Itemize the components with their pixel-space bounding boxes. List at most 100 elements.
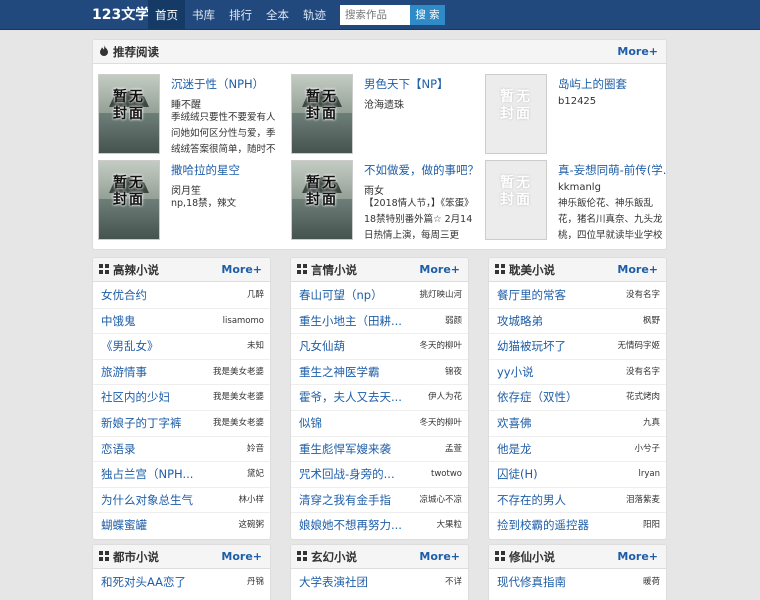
section-title: 修仙小说 — [509, 550, 555, 564]
list-author: 枫野 — [642, 315, 660, 326]
list-book-link[interactable]: 社区内的少妇 — [101, 385, 170, 410]
list-book-link[interactable]: 欢喜佛 — [497, 411, 532, 436]
section-more-link[interactable]: More+ — [419, 545, 460, 569]
list-book-link[interactable]: yy小说 — [497, 360, 534, 385]
book-title-link[interactable]: 撒哈拉的星空 — [171, 162, 240, 178]
nav-link-library[interactable]: 书库 — [185, 0, 222, 30]
list-book-link[interactable]: 中饿鬼 — [101, 309, 136, 334]
section-header: 修仙小说 More+ — [489, 545, 666, 569]
book-cover[interactable]: 暂无 封面 — [291, 74, 353, 154]
list-book-link[interactable]: 恋语录 — [101, 437, 136, 462]
top-navbar: 123文学网 首页 书库 排行 全本 轨迹 搜 索 — [0, 0, 760, 30]
grid-icon — [495, 545, 505, 569]
section-more-link[interactable]: More+ — [617, 258, 658, 282]
section-more-link[interactable]: More+ — [221, 258, 262, 282]
nav-link-home[interactable]: 首页 — [148, 0, 185, 30]
list-author: 弱颜 — [444, 315, 462, 326]
book-title-link[interactable]: 真-妄想同萌-前传(学... — [558, 162, 666, 178]
grid-icon — [297, 545, 307, 569]
book-cover[interactable]: 暂无 封面 — [485, 160, 547, 240]
book-title-link[interactable]: 男色天下【NP】 — [364, 76, 449, 92]
list-book-link[interactable]: 幼猫被玩坏了 — [497, 334, 566, 359]
book-title-link[interactable]: 岛屿上的圈套 — [558, 76, 627, 92]
book-description: 神乐飯伦花、神乐飯乱花，猪名川真奈、九头龙桃，四位早就读毕业学校的在校生，话说 — [558, 198, 663, 241]
list-book-link[interactable]: 《男乱女》 — [101, 334, 159, 359]
section-header: 耽美小说 More+ — [489, 258, 666, 282]
list-author: 未知 — [246, 341, 264, 352]
list-book-link[interactable]: 为什么对象总生气 — [101, 488, 193, 513]
list-book-link[interactable]: 清穿之我有金手指 — [299, 488, 391, 513]
list-book-link[interactable]: 依存症（双性） — [497, 385, 578, 410]
list-book-link[interactable]: 霍爷，夫人又去天... — [299, 385, 402, 410]
section-xiuxian: 修仙小说 More+ 现代修真指南 暖荷 — [488, 544, 667, 600]
book-title-link[interactable]: 不如做爱，做的事吧？ — [364, 162, 479, 178]
list-item: 春山可望（np） 挑灯映山河 — [291, 283, 468, 309]
featured-header: 推荐阅读 More+ — [93, 40, 666, 64]
section-title: 言情小说 — [311, 263, 357, 277]
list-book-link[interactable]: 女优合约 — [101, 283, 147, 308]
list-book-link[interactable]: 蝴蝶蜜罐 — [101, 513, 147, 538]
list-item: 餐厅里的常客 没有名字 — [489, 283, 666, 309]
list-item: 中饿鬼 lisamomo — [93, 309, 270, 335]
list-item: 咒术回战-身旁的... twotwo — [291, 462, 468, 488]
list-book-link[interactable]: 重生小地主（田耕... — [299, 309, 402, 334]
list-author: 冬天的柳叶 — [419, 341, 462, 352]
list-book-link[interactable]: 他是龙 — [497, 437, 532, 462]
list-book-link[interactable]: 凡女仙葫 — [299, 334, 345, 359]
list-item: 霍爷，夫人又去天... 伊人为花 — [291, 385, 468, 411]
nav-link-history[interactable]: 轨迹 — [296, 0, 333, 30]
list-book-link[interactable]: 重生之神医学霸 — [299, 360, 380, 385]
list-book-link[interactable]: 囚徒(H) — [497, 462, 538, 487]
list-book-link[interactable]: 独占兰宫（NPH... — [101, 462, 193, 487]
nav-link-ranking[interactable]: 排行 — [222, 0, 259, 30]
list-book-link[interactable]: 重生彪悍军嫂来袭 — [299, 437, 391, 462]
list-book-link[interactable]: 新娘子的丁字裤 — [101, 411, 182, 436]
section-more-link[interactable]: More+ — [419, 258, 460, 282]
book-description: np,18禁，辣文 — [171, 198, 237, 209]
book-cover[interactable]: 暂无 封面 — [98, 160, 160, 240]
list-author: 凉城心不凉 — [419, 494, 462, 505]
list-author: 九真 — [642, 417, 660, 428]
list-book-link[interactable]: 不存在的男人 — [497, 488, 566, 513]
list-item: 清穿之我有金手指 凉城心不凉 — [291, 488, 468, 514]
list-book-link[interactable]: 旅游情事 — [101, 360, 147, 385]
search-input[interactable] — [340, 5, 410, 25]
list-book-link[interactable]: 大学表演社团 — [299, 570, 368, 595]
list-item: 依存症（双性） 花式烤肉 — [489, 385, 666, 411]
list-book-link[interactable]: 攻城略弟 — [497, 309, 543, 334]
section-more-link[interactable]: More+ — [221, 545, 262, 569]
book-title-link[interactable]: 沉迷于性（NPH） — [171, 76, 264, 92]
list-item: 女优合约 几醉 — [93, 283, 270, 309]
featured-more-link[interactable]: More+ — [617, 40, 658, 64]
section-header: 玄幻小说 More+ — [291, 545, 468, 569]
list-book-link[interactable]: 娘娘她不想再努力... — [299, 513, 402, 538]
nav-link-complete[interactable]: 全本 — [259, 0, 296, 30]
book-author: b12425 — [558, 96, 597, 107]
book-cover[interactable]: 暂无 封面 — [98, 74, 160, 154]
list-book-link[interactable]: 捡到校霸的遥控器 — [497, 513, 589, 538]
list-item: 旅游情事 我是美女老婆 — [93, 360, 270, 386]
cover-placeholder-text: 暂无 封面 — [113, 89, 145, 122]
section-header: 言情小说 More+ — [291, 258, 468, 282]
book-description: 【2018情人节，】《笨蛋》18禁特别番外篇☆ 2月14日热情上演，每周三更新。… — [364, 198, 474, 241]
list-book-link[interactable]: 现代修真指南 — [497, 570, 566, 595]
section-title: 耽美小说 — [509, 263, 555, 277]
list-author: lryan — [638, 469, 660, 480]
list-book-link[interactable]: 咒术回战-身旁的... — [299, 462, 395, 487]
list-book-link[interactable]: 似锦 — [299, 411, 322, 436]
section-more-link[interactable]: More+ — [617, 545, 658, 569]
book-list: 大学表演社团 不详 — [291, 570, 468, 596]
book-cover[interactable]: 暂无 封面 — [291, 160, 353, 240]
list-item: 攻城略弟 枫野 — [489, 309, 666, 335]
list-book-link[interactable]: 和死对头AA恋了 — [101, 570, 186, 595]
book-cover[interactable]: 暂无 封面 — [485, 74, 547, 154]
search-button[interactable]: 搜 索 — [410, 5, 445, 25]
section-yanqing: 言情小说 More+ 春山可望（np） 挑灯映山河 重生小地主（田耕... 弱颜 凡女仙葫冬… — [290, 257, 469, 540]
list-item: 重生之神医学霸 锦夜 — [291, 360, 468, 386]
list-author: 这碗粥 — [238, 520, 264, 531]
list-author: 冬天的柳叶 — [419, 417, 462, 428]
list-book-link[interactable]: 春山可望（np） — [299, 283, 383, 308]
list-author: lisamomo — [222, 315, 264, 326]
list-author: twotwo — [431, 469, 462, 480]
list-book-link[interactable]: 餐厅里的常客 — [497, 283, 566, 308]
